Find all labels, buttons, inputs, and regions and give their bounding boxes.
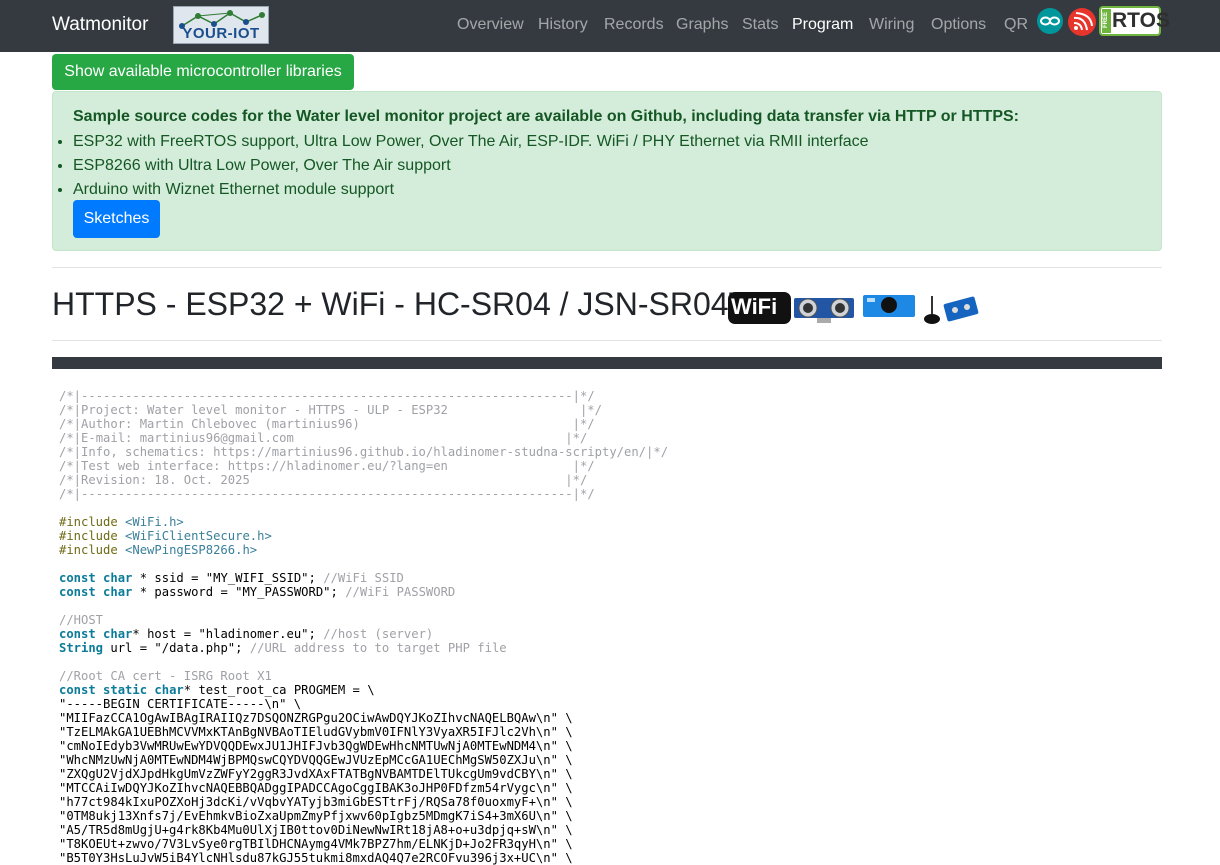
jsn-sr04t-probe-icon: [924, 296, 979, 324]
nav-history[interactable]: History: [538, 16, 588, 34]
brand-name[interactable]: Watmonitor: [52, 14, 148, 36]
freertos-rtos-label: RTOS: [1112, 9, 1170, 32]
nav-qr[interactable]: QR: [1004, 16, 1028, 34]
navbar: Watmonitor YOUR-IOT Overview History Rec…: [0, 0, 1220, 52]
list-item: Arduino with Wiznet Ethernet module supp…: [73, 178, 869, 202]
logo-text: YOUR-IOT: [182, 25, 260, 42]
divider: [52, 340, 1162, 341]
divider: [52, 267, 1162, 268]
hc-sr04-blue-module-icon: [863, 295, 915, 317]
freertos-free-label: FREE: [1103, 12, 1109, 29]
page-title: HTTPS - ESP32 + WiFi - HC-SR04 / JSN-SR0…: [52, 286, 749, 322]
wifi-badge-text: WiFi: [731, 294, 778, 319]
alert-list: ESP32 with FreeRTOS support, Ultra Low P…: [53, 130, 869, 202]
nav-graphs[interactable]: Graphs: [676, 16, 728, 34]
nav-stats[interactable]: Stats: [742, 16, 778, 34]
your-iot-logo[interactable]: YOUR-IOT: [173, 6, 269, 44]
code-header-bar: [52, 357, 1162, 369]
sketches-button[interactable]: Sketches: [73, 200, 160, 238]
github-sources-alert: Sample source codes for the Water level …: [52, 91, 1162, 251]
hc-sr04-sensor-icon: [794, 298, 854, 323]
freertos-logo[interactable]: FREE RTOS: [1099, 6, 1170, 36]
wifi-badge-icon: WiFi: [728, 292, 791, 324]
nav-wiring[interactable]: Wiring: [869, 16, 914, 34]
list-item: ESP8266 with Ultra Low Power, Over The A…: [73, 154, 869, 178]
nav-options[interactable]: Options: [931, 16, 986, 34]
list-item: ESP32 with FreeRTOS support, Ultra Low P…: [73, 130, 869, 154]
nav-records[interactable]: Records: [604, 16, 664, 34]
espressif-icon[interactable]: [1067, 7, 1097, 37]
source-code: /*|-------------------------------------…: [59, 389, 669, 865]
nav-program[interactable]: Program: [792, 16, 853, 34]
nav-overview[interactable]: Overview: [457, 16, 524, 34]
show-libraries-button[interactable]: Show available microcontroller libraries: [52, 54, 354, 90]
alert-intro: Sample source codes for the Water level …: [73, 108, 1019, 125]
arduino-icon[interactable]: [1036, 7, 1064, 35]
